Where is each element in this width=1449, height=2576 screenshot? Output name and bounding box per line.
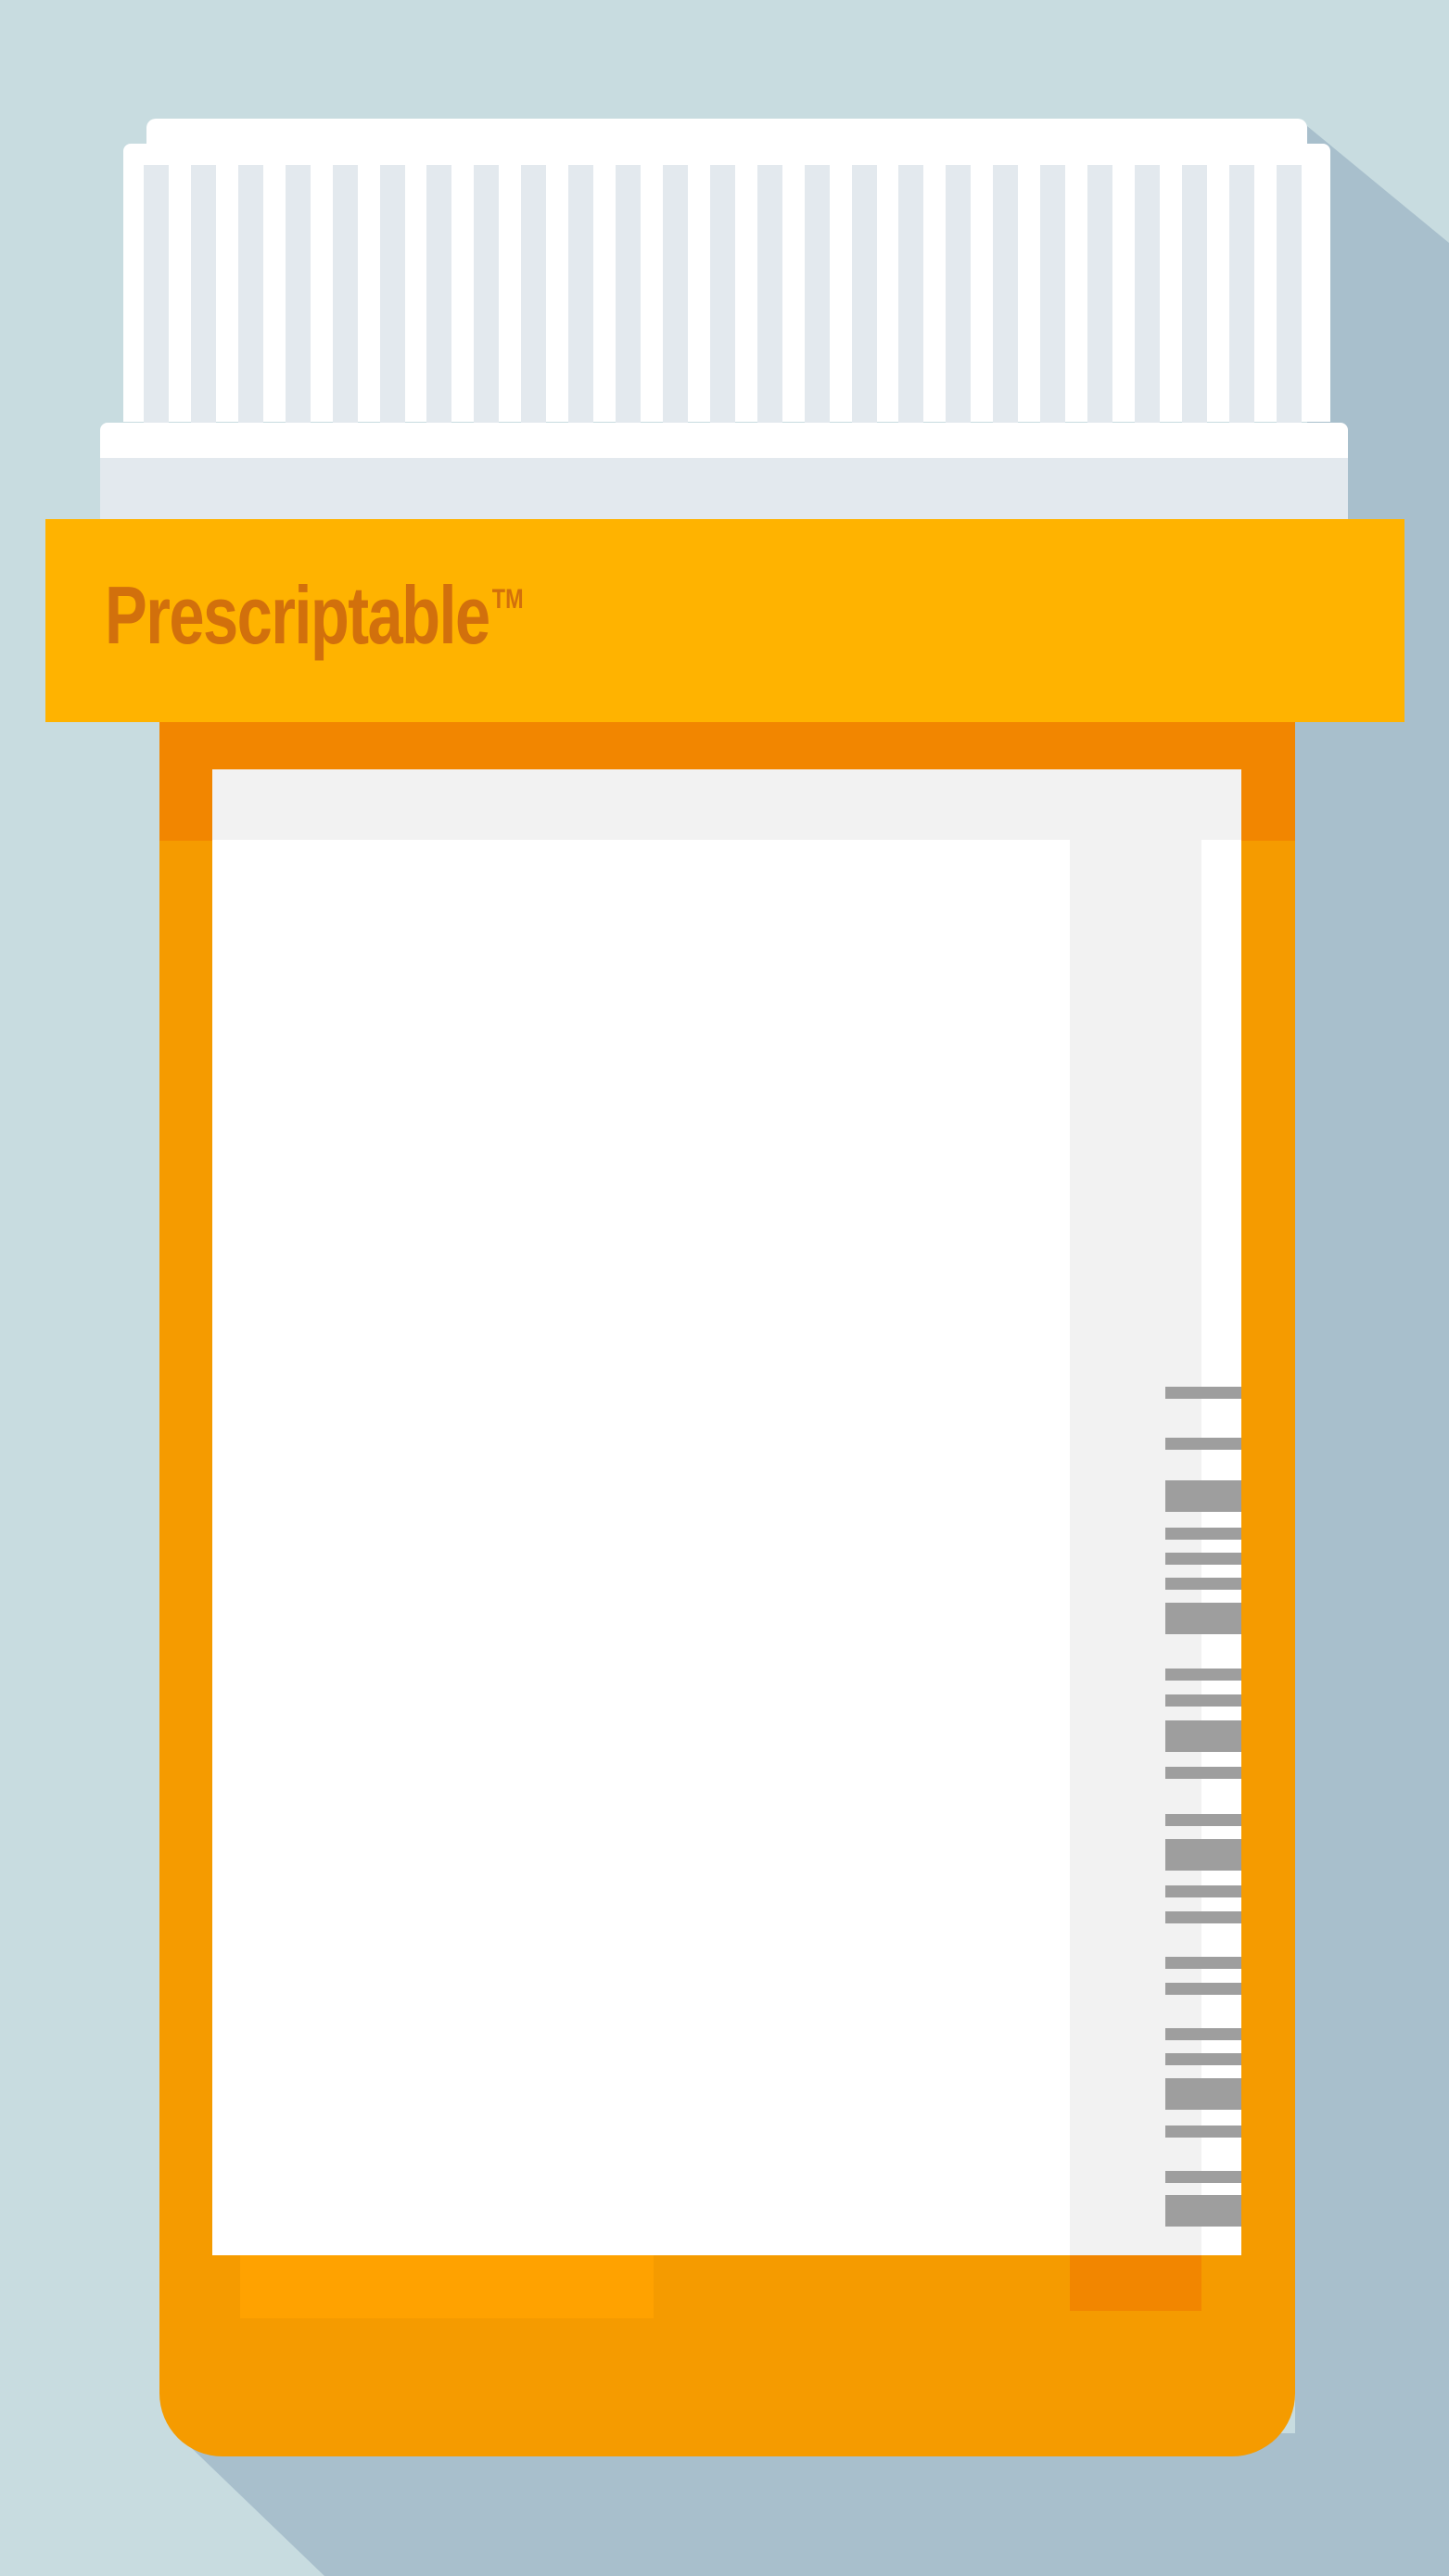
cap-ridge <box>1040 165 1066 425</box>
cap-ridge <box>898 165 924 425</box>
barcode-bar <box>1165 2078 1241 2110</box>
barcode-bar <box>1165 1767 1241 1779</box>
label-tab-right <box>1070 2255 1201 2311</box>
barcode-bar <box>1165 2053 1241 2065</box>
barcode-bar <box>1165 1438 1241 1450</box>
cap-ridge <box>804 165 830 425</box>
cap-ridge <box>426 165 452 425</box>
cap-ridge <box>190 165 216 425</box>
brand-logo: Prescriptable TM <box>105 575 524 656</box>
cap-ridge <box>285 165 311 425</box>
cap-ridge <box>568 165 594 425</box>
barcode-bar <box>1165 1957 1241 1969</box>
barcode-bar <box>1165 1603 1241 1634</box>
cap-ridge <box>144 165 169 425</box>
trademark-mark: TM <box>491 584 524 615</box>
cap-ridge <box>1134 165 1160 425</box>
cap-ridge <box>946 165 972 425</box>
barcode-bar <box>1165 1669 1241 1681</box>
prescription-label <box>212 840 1070 2255</box>
brand-name: Prescriptable <box>105 569 490 661</box>
label-header <box>212 769 1241 842</box>
label-tab-left <box>240 2255 654 2318</box>
barcode-bar <box>1165 1553 1241 1565</box>
barcode-bar <box>1165 2126 1241 2138</box>
cap-ridge <box>474 165 500 425</box>
barcode-bar <box>1165 1694 1241 1707</box>
cap-ridges <box>144 165 1314 425</box>
cap-ridge <box>521 165 547 425</box>
barcode-bar <box>1165 2195 1241 2227</box>
cap-ridge <box>237 165 263 425</box>
barcode-bar <box>1165 1578 1241 1590</box>
barcode-bar <box>1165 1814 1241 1826</box>
cap-ridge <box>993 165 1019 425</box>
barcode-icon <box>1165 1387 1241 2240</box>
barcode-bar <box>1165 1720 1241 1752</box>
cap-ridge <box>662 165 688 425</box>
barcode-bar <box>1165 1983 1241 1995</box>
barcode-bar <box>1165 1480 1241 1512</box>
barcode-bar <box>1165 2171 1241 2183</box>
cap-ridge <box>332 165 358 425</box>
cap-ridge <box>709 165 735 425</box>
cap-collar <box>100 458 1348 521</box>
cap-ridge <box>851 165 877 425</box>
barcode-bar <box>1165 1885 1241 1897</box>
cap-ridge <box>616 165 641 425</box>
barcode-bar <box>1165 1387 1241 1399</box>
cap-ridge <box>1228 165 1254 425</box>
barcode-bar <box>1165 1839 1241 1871</box>
cap-ridge <box>379 165 405 425</box>
cap-ridge <box>1276 165 1302 425</box>
cap-ridge <box>756 165 782 425</box>
cap-rim <box>100 423 1348 460</box>
cap-ridge <box>1181 165 1207 425</box>
barcode-bar <box>1165 2028 1241 2040</box>
barcode-bar <box>1165 1911 1241 1923</box>
barcode-bar <box>1165 1528 1241 1540</box>
cap-ridge <box>1087 165 1112 425</box>
